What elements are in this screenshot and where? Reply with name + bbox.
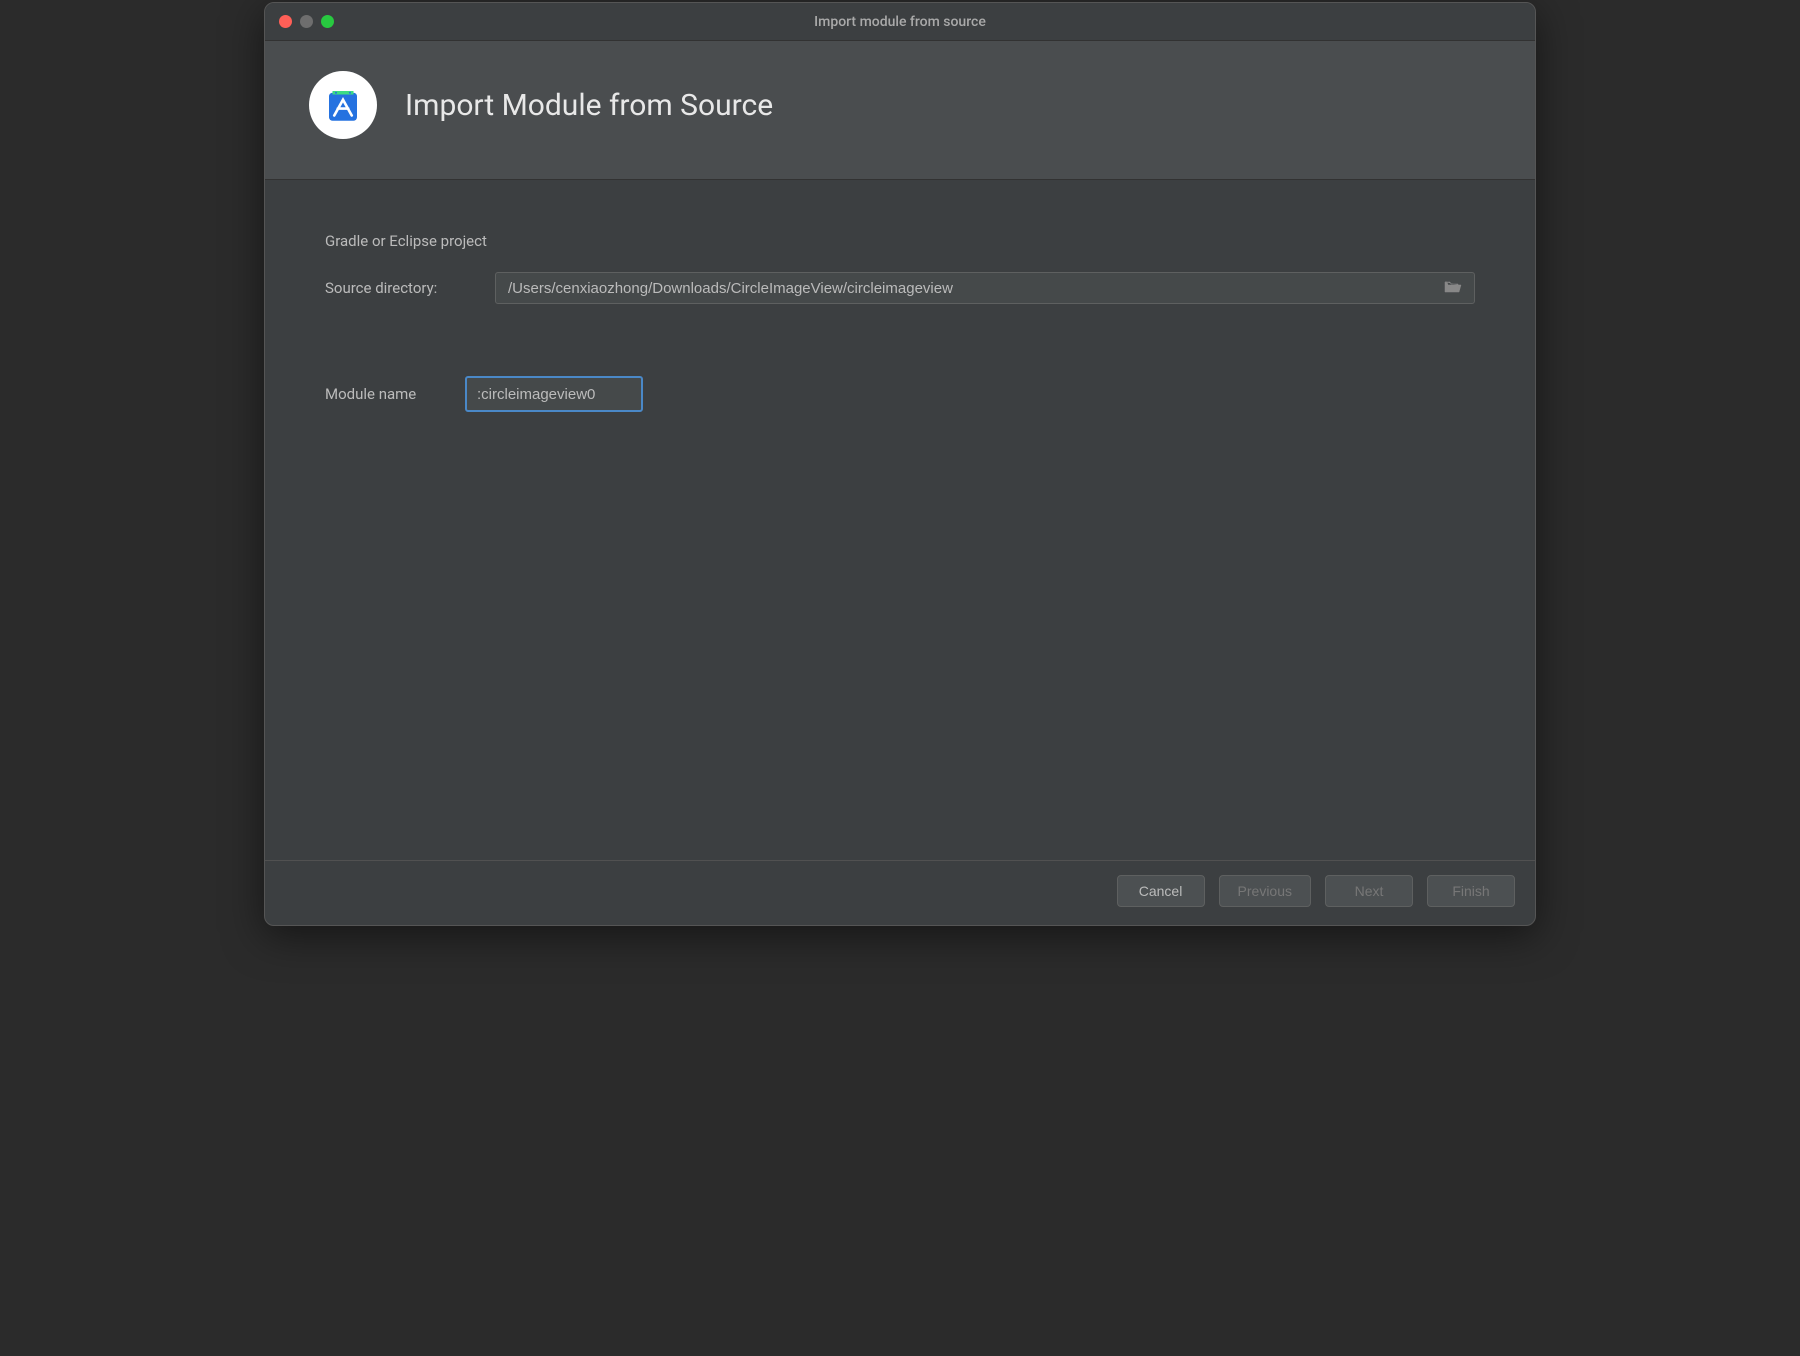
window-controls xyxy=(265,15,334,28)
source-directory-label: Source directory: xyxy=(325,279,495,297)
cancel-button[interactable]: Cancel xyxy=(1117,875,1205,907)
dialog-footer: Cancel Previous Next Finish xyxy=(265,860,1535,925)
subtitle: Gradle or Eclipse project xyxy=(325,232,1475,250)
close-icon[interactable] xyxy=(279,15,292,28)
source-directory-input[interactable] xyxy=(508,280,1440,297)
minimize-icon[interactable] xyxy=(300,15,313,28)
previous-button[interactable]: Previous xyxy=(1219,875,1311,907)
next-button[interactable]: Next xyxy=(1325,875,1413,907)
source-directory-row: Source directory: xyxy=(325,272,1475,304)
titlebar: Import module from source xyxy=(265,3,1535,41)
module-name-row: Module name xyxy=(325,376,1475,412)
module-name-input[interactable] xyxy=(465,376,643,412)
import-module-dialog: Import module from source Import Module … xyxy=(264,2,1536,926)
source-directory-input-wrapper xyxy=(495,272,1475,304)
finish-button[interactable]: Finish xyxy=(1427,875,1515,907)
module-name-label: Module name xyxy=(325,385,465,403)
folder-open-icon[interactable] xyxy=(1440,279,1466,298)
dialog-content: Gradle or Eclipse project Source directo… xyxy=(265,180,1535,860)
android-studio-icon xyxy=(309,71,377,139)
window-title: Import module from source xyxy=(814,14,986,30)
maximize-icon[interactable] xyxy=(321,15,334,28)
page-title: Import Module from Source xyxy=(405,88,773,123)
dialog-header: Import Module from Source xyxy=(265,41,1535,180)
